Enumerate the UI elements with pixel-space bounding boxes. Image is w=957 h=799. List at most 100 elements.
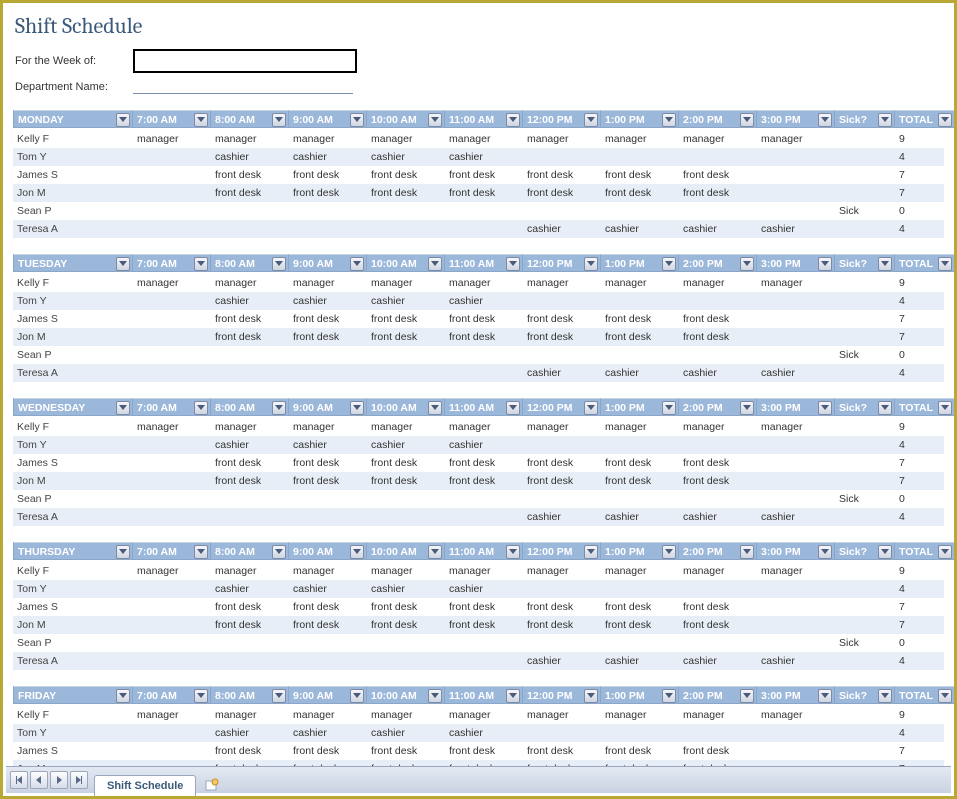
shift-cell[interactable]: cashier bbox=[289, 724, 367, 742]
column-header[interactable]: 11:00 AM bbox=[445, 686, 523, 704]
shift-cell[interactable]: cashier bbox=[601, 652, 679, 670]
shift-cell[interactable]: manager bbox=[523, 562, 601, 580]
column-header[interactable]: 7:00 AM bbox=[133, 110, 211, 128]
shift-cell[interactable] bbox=[211, 364, 289, 382]
shift-cell[interactable] bbox=[289, 202, 367, 220]
shift-cell[interactable] bbox=[367, 508, 445, 526]
filter-dropdown-icon[interactable] bbox=[116, 689, 130, 703]
shift-cell[interactable] bbox=[133, 346, 211, 364]
shift-cell[interactable] bbox=[133, 310, 211, 328]
shift-cell[interactable] bbox=[679, 490, 757, 508]
shift-cell[interactable] bbox=[757, 436, 835, 454]
shift-cell[interactable]: front desk bbox=[367, 166, 445, 184]
shift-cell[interactable]: cashier bbox=[679, 652, 757, 670]
filter-dropdown-icon[interactable] bbox=[662, 689, 676, 703]
shift-cell[interactable] bbox=[523, 490, 601, 508]
column-header[interactable]: TOTAL bbox=[895, 398, 954, 416]
shift-cell[interactable]: manager bbox=[445, 274, 523, 292]
filter-dropdown-icon[interactable] bbox=[194, 113, 208, 127]
shift-cell[interactable] bbox=[757, 166, 835, 184]
shift-cell[interactable]: front desk bbox=[679, 598, 757, 616]
shift-cell[interactable]: front desk bbox=[679, 310, 757, 328]
shift-cell[interactable] bbox=[367, 346, 445, 364]
shift-cell[interactable]: cashier bbox=[367, 148, 445, 166]
shift-cell[interactable] bbox=[289, 652, 367, 670]
column-header[interactable]: 2:00 PM bbox=[679, 686, 757, 704]
column-header[interactable]: 2:00 PM bbox=[679, 110, 757, 128]
shift-cell[interactable] bbox=[757, 202, 835, 220]
shift-cell[interactable]: cashier bbox=[757, 652, 835, 670]
shift-cell[interactable] bbox=[679, 148, 757, 166]
shift-cell[interactable] bbox=[133, 508, 211, 526]
shift-cell[interactable] bbox=[367, 652, 445, 670]
column-header[interactable]: 9:00 AM bbox=[289, 686, 367, 704]
shift-cell[interactable]: front desk bbox=[445, 472, 523, 490]
shift-cell[interactable]: cashier bbox=[445, 724, 523, 742]
shift-cell[interactable]: manager bbox=[133, 562, 211, 580]
shift-cell[interactable]: cashier bbox=[445, 580, 523, 598]
shift-cell[interactable] bbox=[133, 472, 211, 490]
shift-cell[interactable] bbox=[679, 202, 757, 220]
shift-cell[interactable] bbox=[679, 634, 757, 652]
shift-cell[interactable]: manager bbox=[523, 706, 601, 724]
shift-cell[interactable] bbox=[211, 634, 289, 652]
shift-cell[interactable]: cashier bbox=[445, 148, 523, 166]
shift-cell[interactable] bbox=[367, 202, 445, 220]
shift-cell[interactable] bbox=[757, 328, 835, 346]
filter-dropdown-icon[interactable] bbox=[428, 689, 442, 703]
shift-cell[interactable]: manager bbox=[445, 562, 523, 580]
shift-cell[interactable] bbox=[133, 652, 211, 670]
sick-cell[interactable] bbox=[835, 310, 895, 328]
day-name-header[interactable]: WEDNESDAY bbox=[13, 398, 133, 416]
shift-cell[interactable]: front desk bbox=[679, 742, 757, 760]
column-header[interactable]: TOTAL bbox=[895, 542, 954, 560]
shift-cell[interactable]: cashier bbox=[679, 220, 757, 238]
shift-cell[interactable]: front desk bbox=[211, 310, 289, 328]
shift-cell[interactable] bbox=[445, 220, 523, 238]
shift-cell[interactable] bbox=[601, 436, 679, 454]
shift-cell[interactable] bbox=[601, 634, 679, 652]
shift-cell[interactable]: front desk bbox=[679, 472, 757, 490]
shift-cell[interactable]: cashier bbox=[367, 580, 445, 598]
shift-cell[interactable]: cashier bbox=[523, 364, 601, 382]
shift-cell[interactable]: manager bbox=[289, 706, 367, 724]
filter-dropdown-icon[interactable] bbox=[272, 257, 286, 271]
shift-cell[interactable]: manager bbox=[757, 562, 835, 580]
shift-cell[interactable] bbox=[133, 202, 211, 220]
column-header[interactable]: 7:00 AM bbox=[133, 542, 211, 560]
shift-cell[interactable]: front desk bbox=[367, 328, 445, 346]
shift-cell[interactable]: front desk bbox=[445, 310, 523, 328]
shift-cell[interactable]: manager bbox=[367, 130, 445, 148]
shift-cell[interactable]: manager bbox=[289, 274, 367, 292]
shift-cell[interactable]: front desk bbox=[601, 598, 679, 616]
filter-dropdown-icon[interactable] bbox=[878, 257, 892, 271]
shift-cell[interactable] bbox=[679, 346, 757, 364]
shift-cell[interactable]: front desk bbox=[289, 310, 367, 328]
column-header[interactable]: Sick? bbox=[835, 398, 895, 416]
shift-cell[interactable] bbox=[445, 508, 523, 526]
shift-cell[interactable]: front desk bbox=[211, 616, 289, 634]
filter-dropdown-icon[interactable] bbox=[272, 545, 286, 559]
shift-cell[interactable]: manager bbox=[367, 562, 445, 580]
filter-dropdown-icon[interactable] bbox=[818, 401, 832, 415]
shift-cell[interactable]: cashier bbox=[757, 508, 835, 526]
shift-cell[interactable]: manager bbox=[601, 274, 679, 292]
filter-dropdown-icon[interactable] bbox=[938, 113, 952, 127]
filter-dropdown-icon[interactable] bbox=[350, 257, 364, 271]
sick-cell[interactable]: Sick bbox=[835, 490, 895, 508]
filter-dropdown-icon[interactable] bbox=[428, 113, 442, 127]
shift-cell[interactable]: manager bbox=[601, 130, 679, 148]
shift-cell[interactable] bbox=[445, 346, 523, 364]
sick-cell[interactable] bbox=[835, 472, 895, 490]
shift-cell[interactable]: front desk bbox=[523, 454, 601, 472]
sick-cell[interactable] bbox=[835, 454, 895, 472]
day-name-header[interactable]: FRIDAY bbox=[13, 686, 133, 704]
shift-cell[interactable]: cashier bbox=[757, 364, 835, 382]
shift-cell[interactable]: manager bbox=[445, 130, 523, 148]
sick-cell[interactable] bbox=[835, 580, 895, 598]
column-header[interactable]: 10:00 AM bbox=[367, 398, 445, 416]
shift-cell[interactable] bbox=[523, 580, 601, 598]
sick-cell[interactable] bbox=[835, 220, 895, 238]
shift-cell[interactable]: front desk bbox=[289, 328, 367, 346]
shift-cell[interactable] bbox=[133, 634, 211, 652]
